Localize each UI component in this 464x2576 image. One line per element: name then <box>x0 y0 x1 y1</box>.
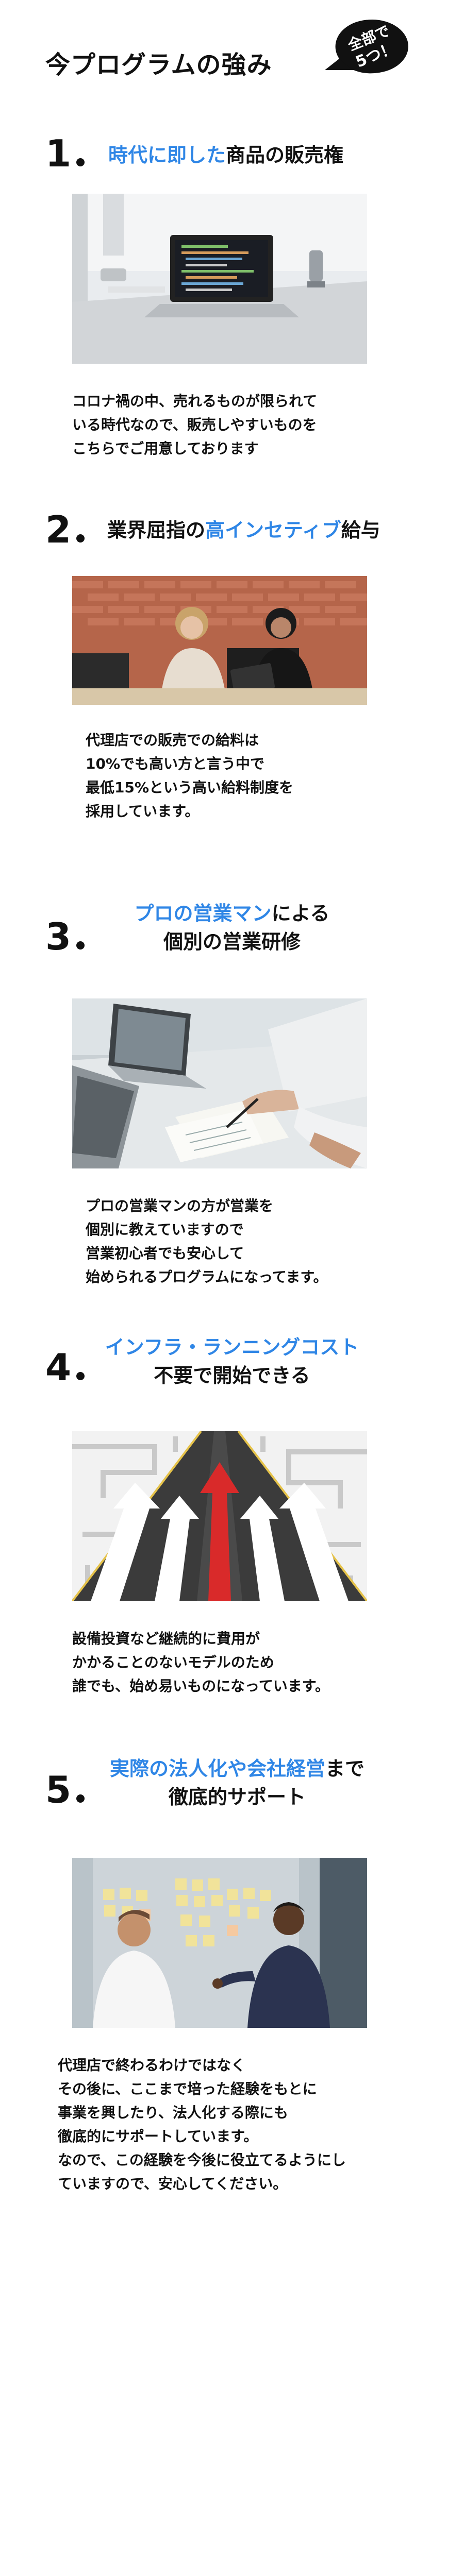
speech-bubble-icon: 全部で 5つ！ <box>325 20 408 74</box>
section-heading: 業界屈指の高インセティブ給与 <box>107 519 380 541</box>
page-title: 今プログラムの強み <box>45 50 272 79</box>
laptop-photo <box>72 194 367 364</box>
count-badge: 全部で 5つ！ <box>314 9 418 87</box>
section-heading: プロの営業マンによる 個別の営業研修 <box>134 902 330 954</box>
section-heading: インフラ・ランニングコスト 不要で開始できる <box>105 1336 359 1387</box>
desk-photo <box>72 998 367 1168</box>
section-description: プロの営業マンの方が営業を 個別に教えていますので 営業初心者でも安心して 始め… <box>86 1197 328 1285</box>
section-number: 2 <box>45 511 85 548</box>
section-description: 設備投資など継続的に費用が かかることのないモデルのため 誰でも、始め易いものに… <box>72 1630 329 1694</box>
meeting-photo <box>72 576 367 705</box>
section-number: 1 <box>45 135 85 172</box>
road-photo <box>72 1431 367 1601</box>
section-number: 5 <box>45 1771 85 1808</box>
sticky-notes-photo <box>72 1858 367 2028</box>
section-description: 代理店での販売での給料は 10%でも高い方と言う中で 最低15%という高い給料制… <box>86 732 294 820</box>
section-description: コロナ禍の中、売れるものが限られて いる時代なので、販売しやすいものを こちらで… <box>72 393 318 457</box>
section-number: 4 <box>45 1349 85 1386</box>
section-heading: 実際の法人化や会社経営まで 徹底的サポート <box>109 1757 365 1809</box>
section-description: 代理店で終わるわけではなく その後に、ここまで培った経験をもとに 事業を興したり… <box>58 2057 346 2192</box>
section-number: 3 <box>45 918 85 955</box>
section-heading: 時代に即した商品の販売権 <box>108 144 344 166</box>
